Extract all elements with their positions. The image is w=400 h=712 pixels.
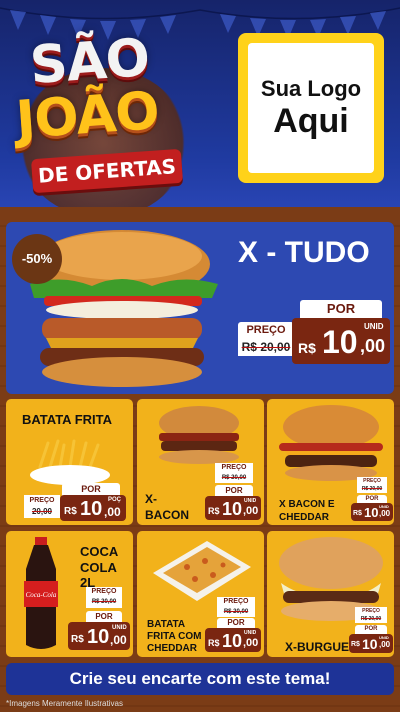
- product-card-coca-cola[interactable]: Coca-Cola COCA COLA 2L PREÇO R$ 20,00 PO…: [6, 531, 133, 657]
- x-bacon-image: [159, 406, 239, 464]
- price-unit: UNID: [364, 322, 384, 331]
- price-box: R$ 10 ,00 UNID: [351, 503, 393, 521]
- por-label: POR: [357, 495, 387, 503]
- product-name: BATATA FRITA: [22, 412, 113, 427]
- fries-image: [30, 439, 110, 485]
- price-box: R$ 10 ,00 UNID: [205, 628, 261, 652]
- logo-inner: Sua Logo Aqui: [248, 43, 374, 173]
- price-integer: 10: [362, 636, 378, 652]
- preco-label: PREÇO: [24, 495, 60, 506]
- price-currency: R$: [351, 641, 360, 648]
- price-decimal: ,00: [379, 640, 391, 649]
- price-integer: 10: [222, 631, 243, 651]
- por-label: POR: [355, 625, 387, 634]
- product-name-line2: FRITA COM: [147, 631, 202, 642]
- price-decimal: ,00: [360, 336, 386, 356]
- old-price: R$ 20,00: [238, 338, 294, 356]
- price-tag: PREÇO R$ 20,00 POR R$ 10 ,00 UNID: [351, 477, 393, 523]
- por-label: POR: [86, 611, 122, 622]
- price-integer: 10: [80, 498, 103, 520]
- price-tag: PREÇO R$ 20,00 POR R$ 10 ,00 UNID: [68, 585, 132, 655]
- hero-product-name: X - TUDO: [238, 236, 370, 269]
- price-currency: R$: [71, 634, 84, 645]
- preco-label: PREÇO: [238, 322, 294, 338]
- product-card-batata-frita[interactable]: BATATA FRITA POR PREÇO 20,00 R$ 10 ,00 P…: [6, 399, 133, 525]
- flyer-page: { "header": { "title_line1": "SÃO", "tit…: [0, 0, 400, 712]
- price-box: R$ 10 ,00 POÇ: [60, 495, 126, 521]
- price-tag: PREÇO R$ 20,00 POR R$ 10 ,00 UNID: [203, 595, 263, 655]
- title-logo: SÃO JOÃO DE OFERTAS: [8, 28, 208, 218]
- bottle-label-text: Coca-Cola: [26, 591, 57, 599]
- product-name-line1: COCA: [80, 544, 119, 559]
- price-tag: PREÇO R$ 20,00 POR R$ 10 ,00 UNID: [349, 605, 393, 655]
- product-name: X-BURGUER: [285, 640, 358, 654]
- product-name-line3: CHEDDAR: [147, 643, 197, 654]
- price-currency: R$: [64, 506, 77, 517]
- price-unit: POÇ: [108, 497, 122, 503]
- cta-banner[interactable]: Crie seu encarte com este tema!: [6, 663, 394, 695]
- preco-label: PREÇO: [217, 597, 255, 607]
- preco-label: PREÇO: [215, 463, 253, 473]
- price-unit: UNID: [244, 630, 257, 636]
- product-name-line2: BACON: [145, 508, 189, 522]
- old-price: R$ 20,00: [357, 485, 387, 493]
- price-unit: UNID: [379, 504, 389, 509]
- price-unit: UNID: [379, 635, 389, 640]
- price-tag: PREÇO R$ 20,00 POR R$ 10 ,00 UNID: [205, 461, 263, 521]
- disclaimer-text: *Imagens Meramente Ilustrativas: [6, 699, 123, 708]
- price-integer: 10: [87, 626, 110, 648]
- discount-badge: -50%: [12, 234, 62, 284]
- price-currency: R$: [298, 340, 316, 356]
- preco-label: PREÇO: [355, 607, 387, 615]
- price-unit: UNID: [112, 625, 127, 631]
- price-tag: POR PREÇO 20,00 R$ 10 ,00 POÇ: [20, 483, 130, 523]
- price-currency: R$: [353, 510, 362, 517]
- product-card-x-burguer[interactable]: X-BURGUER PREÇO R$ 20,00 POR R$ 10 ,00 U…: [267, 531, 394, 657]
- old-price: R$ 20,00: [215, 473, 253, 483]
- price-box: R$ 10 ,00 UNID: [292, 318, 390, 364]
- title-joao: JOÃO: [14, 81, 161, 151]
- price-decimal: ,00: [243, 505, 259, 517]
- x-bacon-cheddar-image: [279, 405, 383, 481]
- price-unit: UNID: [244, 498, 257, 504]
- preco-label: PREÇO: [357, 477, 387, 485]
- hero-price-tag: POR PREÇO R$ 20,00 R$ 10 ,00 UNID: [238, 300, 390, 370]
- price-box: R$ 10 ,00 UNID: [349, 634, 393, 653]
- por-label: POR: [215, 485, 253, 496]
- product-name-line1: X-: [145, 492, 157, 506]
- price-decimal: ,00: [243, 637, 259, 649]
- coca-cola-bottle-image: Coca-Cola: [24, 537, 58, 649]
- price-decimal: ,00: [110, 633, 127, 647]
- logo-text-line1: Sua Logo: [260, 75, 362, 101]
- logo-placeholder[interactable]: Sua Logo Aqui: [238, 33, 384, 183]
- price-decimal: ,00: [379, 509, 391, 518]
- old-price: R$ 20,00: [355, 615, 387, 623]
- price-decimal: ,00: [104, 505, 121, 519]
- old-price: 20,00: [24, 506, 60, 518]
- product-card-x-bacon-cheddar[interactable]: X BACON E CHEDDAR PREÇO R$ 20,00 POR R$ …: [267, 399, 394, 525]
- price-box: R$ 10 ,00 UNID: [68, 622, 130, 650]
- old-price: R$ 20,00: [217, 607, 255, 617]
- product-card-batata-cheddar[interactable]: BATATA FRITA COM CHEDDAR PREÇO R$ 20,00 …: [137, 531, 264, 657]
- price-integer: 10: [322, 324, 358, 360]
- preco-label: PREÇO: [86, 587, 122, 597]
- product-name-line1: BATATA: [147, 619, 186, 630]
- price-currency: R$: [208, 506, 220, 516]
- product-name-line1: X BACON E: [279, 499, 335, 510]
- product-name-line2: CHEDDAR: [279, 512, 329, 523]
- price-integer: 10: [222, 499, 243, 519]
- por-label: POR: [217, 618, 255, 628]
- product-card-x-bacon[interactable]: X- BACON PREÇO R$ 20,00 POR R$ 10 ,00 UN…: [137, 399, 264, 525]
- old-price: R$ 20,00: [86, 597, 122, 608]
- logo-text-line2: Aqui: [273, 101, 349, 140]
- price-integer: 10: [364, 505, 379, 520]
- price-box: R$ 10 ,00 UNID: [205, 496, 261, 520]
- price-currency: R$: [208, 638, 220, 648]
- por-label: POR: [300, 300, 382, 318]
